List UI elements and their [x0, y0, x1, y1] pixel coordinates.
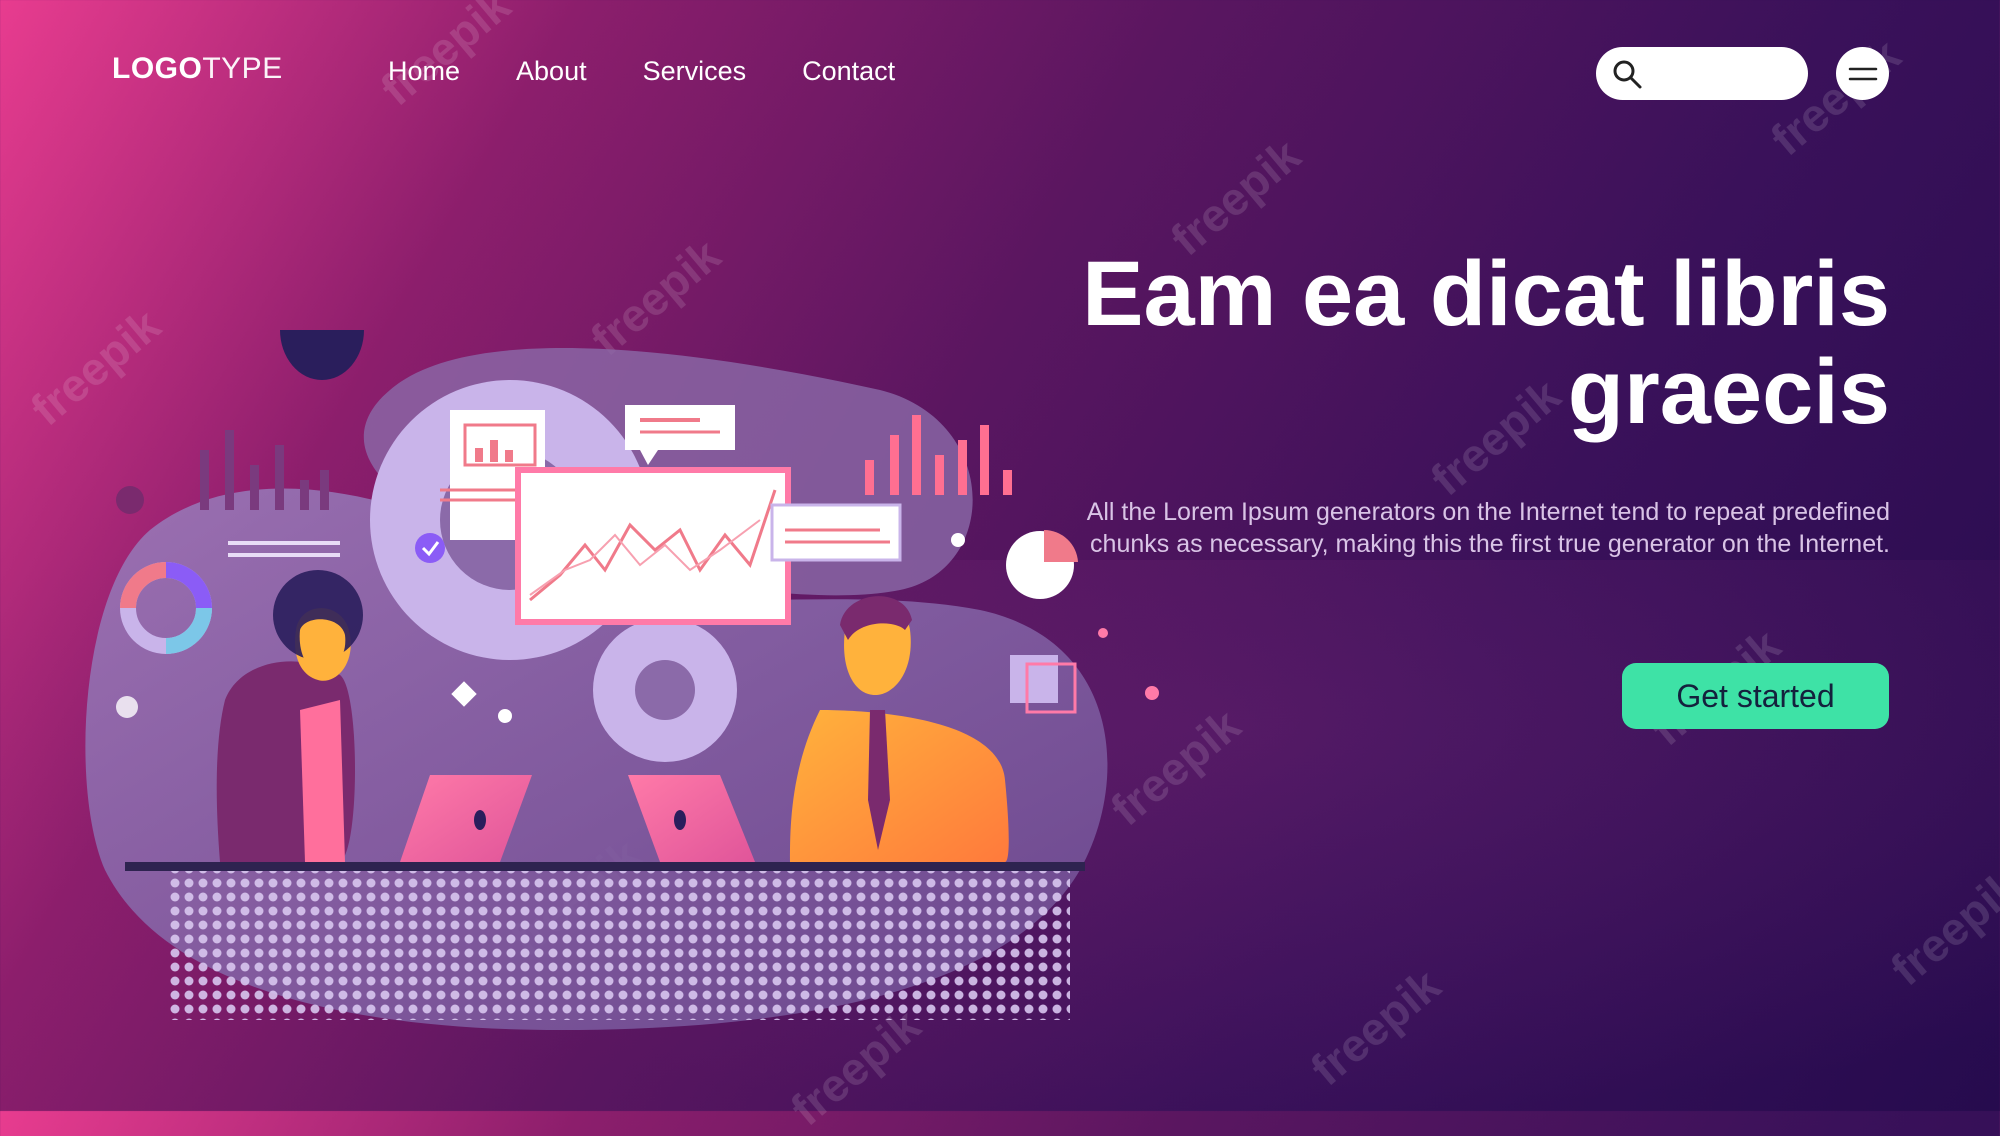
main-nav: Home About Services Contact	[388, 56, 895, 87]
search-icon	[1613, 60, 1642, 88]
desk	[125, 862, 1085, 871]
hero-illustration	[85, 330, 1159, 1030]
browser-card-icon	[770, 503, 902, 562]
search-box[interactable]	[1596, 47, 1808, 100]
nav-item-services[interactable]: Services	[643, 56, 747, 87]
landing-page: freepik freepik freepik freepik freepik …	[0, 0, 2000, 1135]
get-started-button[interactable]: Get started	[1622, 663, 1889, 729]
nav-item-home[interactable]: Home	[388, 56, 460, 87]
nav-item-contact[interactable]: Contact	[802, 56, 895, 87]
pie-chart-icon	[1006, 529, 1078, 599]
menu-button[interactable]	[1836, 47, 1889, 100]
checkmark-icon	[415, 533, 445, 563]
logo[interactable]: LOGOTYPE	[112, 52, 283, 86]
square-shape-icon	[1010, 655, 1058, 703]
hamburger-icon	[1848, 67, 1877, 80]
dot-pattern	[170, 870, 1070, 1020]
line-chart-panel-icon	[515, 467, 791, 625]
nav-item-about[interactable]: About	[516, 56, 587, 87]
logo-text-light: TYPE	[202, 52, 283, 85]
gear-small-icon	[593, 618, 737, 762]
logo-text-bold: LOGO	[112, 52, 203, 85]
search-input[interactable]	[1650, 52, 1794, 95]
